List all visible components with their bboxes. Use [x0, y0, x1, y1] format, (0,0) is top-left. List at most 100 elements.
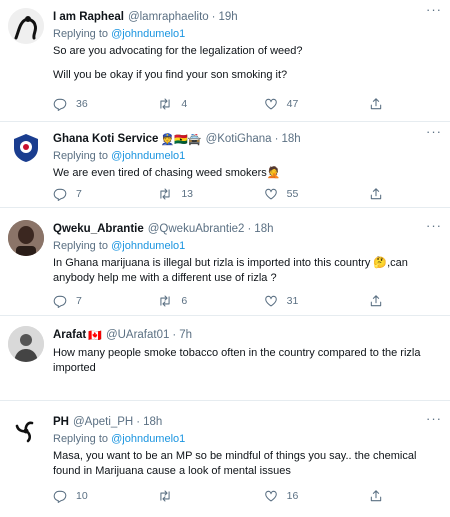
reply-count: 7 [76, 295, 82, 307]
timestamp[interactable]: 18h [254, 223, 273, 235]
retweet-arrows-icon [158, 489, 172, 503]
more-dots-icon[interactable]: ··· [426, 2, 442, 17]
name-emoji: 🇨🇦 [88, 329, 102, 342]
timestamp[interactable]: 18h [281, 133, 300, 145]
heart-icon [264, 489, 278, 503]
tweet[interactable]: I am Rapheal @lamraphaelito · 19h Replyi… [0, 0, 450, 122]
like-count: 55 [286, 188, 299, 200]
tweet-text-line: Masa, you want to be an MP so be mindful… [53, 450, 417, 477]
retweet-button[interactable]: 4 [158, 97, 238, 111]
reply-button[interactable]: 7 [53, 294, 133, 308]
separator-dot: · [211, 11, 216, 23]
tweet-text: We are even tired of chasing weed smoker… [53, 166, 442, 181]
reply-count: 10 [76, 490, 88, 502]
share-button[interactable] [369, 97, 383, 111]
user-handle[interactable]: @QwekuAbrantie2 [148, 223, 245, 235]
more-dots-icon[interactable]: ··· [426, 124, 442, 139]
retweet-count: 6 [181, 295, 188, 307]
user-handle[interactable]: @UArafat01 [106, 329, 169, 341]
user-handle[interactable]: @KotiGhana [206, 133, 272, 145]
user-handle[interactable]: @Apeti_PH [73, 416, 133, 428]
name-emoji: 👮🇬🇭🚔 [160, 133, 202, 146]
share-button[interactable] [369, 187, 383, 201]
reply-button[interactable]: 10 [53, 489, 133, 503]
tweet-text-line: In Ghana marijuana is illegal but rizla … [53, 257, 408, 284]
reply-button[interactable]: 7 [53, 187, 133, 201]
like-button[interactable]: 16 [264, 489, 344, 503]
like-button[interactable]: 55 [264, 187, 344, 201]
tweet[interactable]: PH @Apeti_PH · 18h Replying to @johndume… [0, 401, 450, 517]
retweet-arrows-icon [158, 97, 172, 111]
share-button[interactable] [369, 489, 383, 503]
reply-count: 36 [76, 98, 88, 110]
share-upload-icon [369, 489, 383, 503]
retweet-button[interactable]: 6 [158, 294, 238, 308]
replying-to: Replying to @johndumelo1 [53, 148, 442, 164]
tweet[interactable]: Arafat 🇨🇦 @UArafat01 · 7h How many peopl… [0, 316, 450, 401]
heart-icon [264, 97, 278, 111]
replying-to-label: Replying to [53, 150, 109, 162]
avatar[interactable] [8, 326, 44, 362]
replying-to-label: Replying to [53, 433, 109, 445]
like-button[interactable]: 31 [264, 294, 344, 308]
retweet-count: 13 [181, 188, 194, 200]
heart-icon [264, 294, 278, 308]
retweet-button[interactable] [158, 489, 238, 503]
separator-dot: · [274, 133, 279, 145]
like-button[interactable]: 47 [264, 97, 344, 111]
tweet-text-line: How many people smoke tobacco often in t… [53, 347, 421, 374]
avatar[interactable] [8, 130, 44, 166]
mention-link[interactable]: @johndumelo1 [111, 433, 185, 445]
mention-link[interactable]: @johndumelo1 [111, 28, 185, 40]
avatar[interactable] [8, 220, 44, 256]
replying-to: Replying to @johndumelo1 [53, 431, 442, 447]
speech-bubble-icon [53, 97, 67, 111]
replying-to-label: Replying to [53, 28, 109, 40]
more-dots-icon[interactable]: ··· [426, 411, 442, 426]
heart-icon [264, 187, 278, 201]
separator-dot: · [247, 223, 252, 235]
replying-to: Replying to @johndumelo1 [53, 238, 442, 254]
tweet-actions: 7 6 31 [53, 294, 383, 308]
more-dots-icon[interactable]: ··· [426, 218, 442, 233]
retweet-arrows-icon [158, 187, 172, 201]
like-count: 16 [286, 490, 299, 502]
tweet[interactable]: Ghana Koti Service 👮🇬🇭🚔 @KotiGhana · 18h… [0, 122, 450, 208]
mention-link[interactable]: @johndumelo1 [111, 150, 185, 162]
tweet-text: How many people smoke tobacco often in t… [53, 346, 442, 376]
share-upload-icon [369, 294, 383, 308]
share-button[interactable] [369, 294, 383, 308]
display-name[interactable]: Qweku_Abrantie [53, 223, 144, 235]
tweet-text: Masa, you want to be an MP so be mindful… [53, 449, 442, 479]
timestamp[interactable]: 19h [219, 11, 238, 23]
display-name[interactable]: PH [53, 416, 69, 428]
reply-button[interactable]: 36 [53, 97, 133, 111]
retweet-arrows-icon [158, 294, 172, 308]
share-upload-icon [369, 187, 383, 201]
avatar[interactable] [8, 8, 44, 44]
tweet-text-line: We are even tired of chasing weed smoker… [53, 167, 281, 179]
display-name[interactable]: Arafat [53, 329, 86, 341]
speech-bubble-icon [53, 489, 67, 503]
like-count: 47 [286, 98, 299, 110]
user-handle[interactable]: @lamraphaelito [128, 11, 209, 23]
speech-bubble-icon [53, 294, 67, 308]
mention-link[interactable]: @johndumelo1 [111, 240, 185, 252]
replying-to: Replying to @johndumelo1 [53, 26, 442, 42]
tweet-actions: 7 13 55 [53, 187, 383, 201]
display-name[interactable]: I am Rapheal [53, 11, 124, 23]
separator-dot: · [172, 329, 177, 341]
tweet-actions: 10 16 [53, 489, 383, 503]
replying-to-label: Replying to [53, 240, 109, 252]
timestamp[interactable]: 7h [179, 329, 192, 341]
timestamp[interactable]: 18h [143, 416, 162, 428]
tweet[interactable]: Qweku_Abrantie @QwekuAbrantie2 · 18h Rep… [0, 208, 450, 316]
reply-count: 7 [76, 188, 82, 200]
like-count: 31 [286, 295, 299, 307]
display-name[interactable]: Ghana Koti Service [53, 133, 158, 145]
tweet-actions: 36 4 47 [53, 97, 383, 111]
speech-bubble-icon [53, 187, 67, 201]
retweet-button[interactable]: 13 [158, 187, 238, 201]
avatar[interactable] [8, 413, 44, 449]
tweet-text: So are you advocating for the legalizati… [53, 44, 442, 83]
